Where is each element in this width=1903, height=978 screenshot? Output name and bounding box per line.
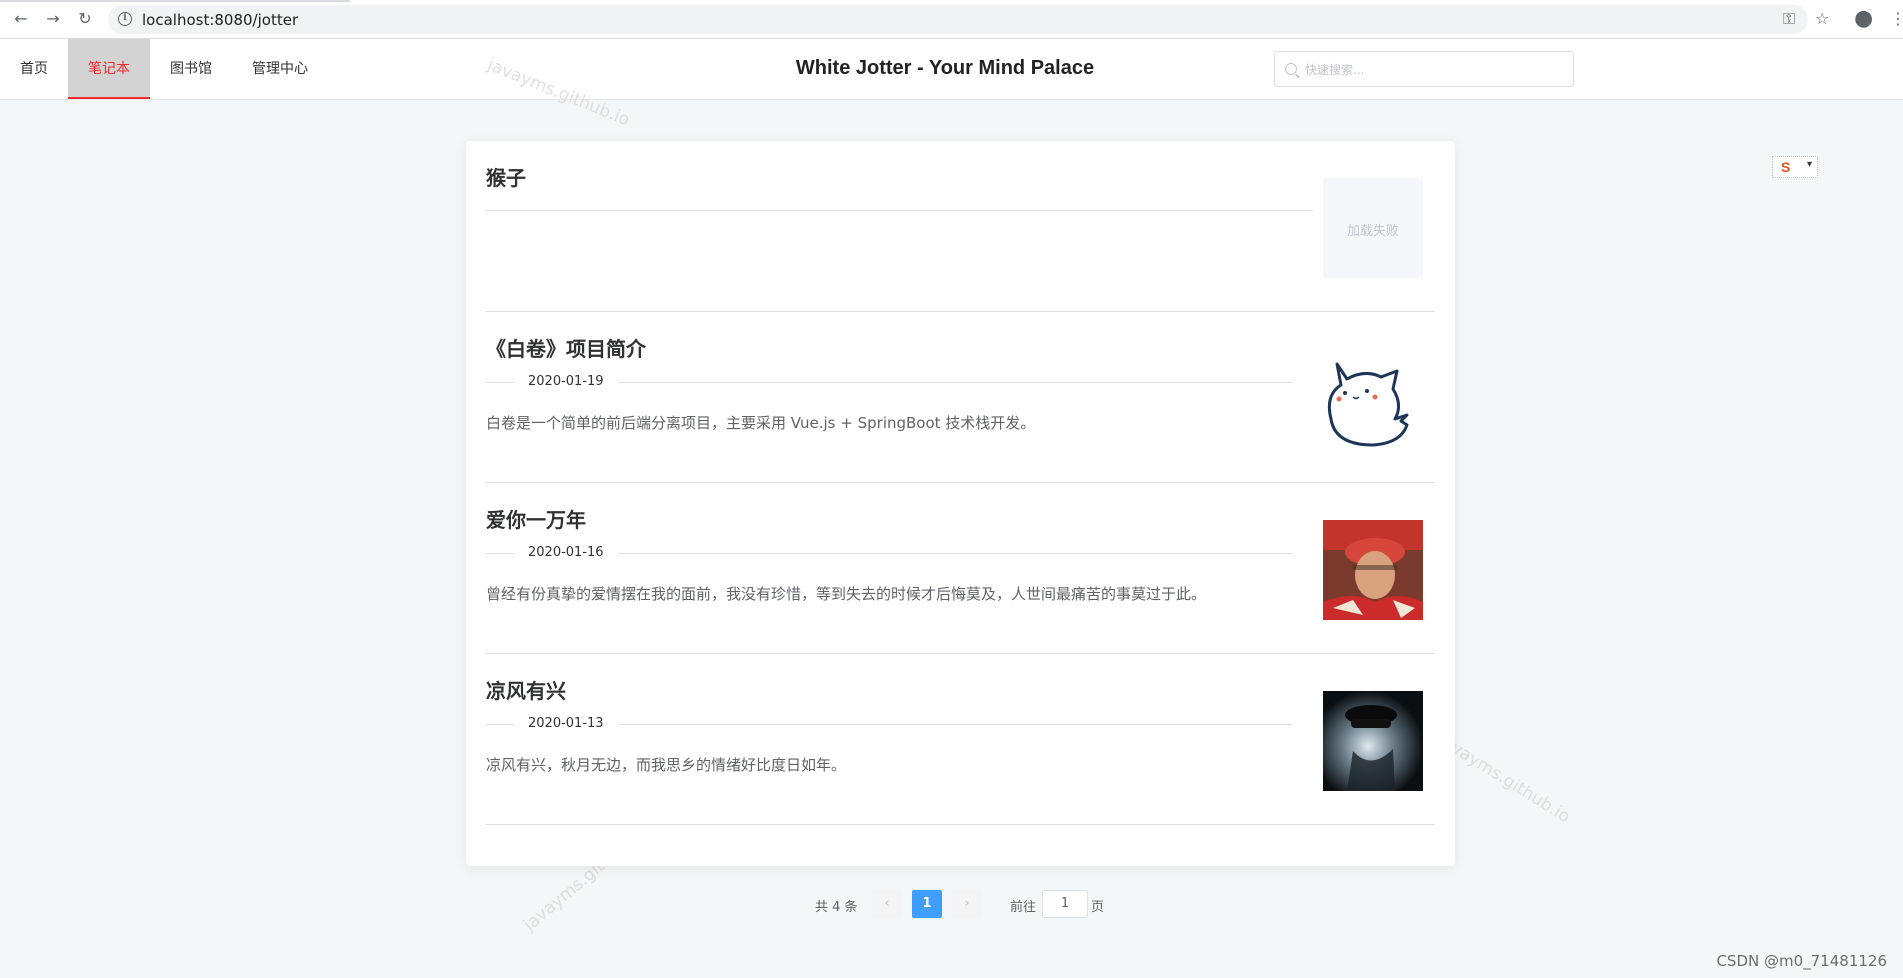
- article-abstract: 凉风有兴，秋月无边，而我思乡的情绪好比度日如年。: [486, 756, 847, 774]
- article-title[interactable]: 凉风有兴: [486, 675, 566, 704]
- watermark: javayms.github.io: [1434, 730, 1574, 828]
- article-title[interactable]: 《白卷》项目简介: [486, 333, 646, 362]
- article-abstract: 白卷是一个简单的前后端分离项目，主要采用 Vue.js + SpringBoot…: [486, 414, 1036, 432]
- browser-toolbar: ← → ↻ i localhost:8080/jotter ⚿ ☆ ● ⋮: [0, 0, 1903, 39]
- pagination-total: 共 4 条: [815, 900, 858, 915]
- articles-card: 猴子 加载失败 《白卷》项目简介 2020-01-19 白卷是一个简单的前后端分…: [466, 141, 1455, 866]
- s-logo-icon[interactable]: S: [1781, 159, 1797, 175]
- title-divider: [486, 210, 1313, 211]
- article-date: 2020-01-16: [514, 545, 618, 560]
- article-title[interactable]: 猴子: [486, 162, 526, 191]
- reload-icon[interactable]: ↻: [76, 10, 94, 28]
- article-date: 2020-01-13: [514, 716, 618, 731]
- article-title[interactable]: 爱你一万年: [486, 504, 586, 533]
- goto-label: 前往: [1010, 900, 1037, 915]
- search-box[interactable]: [1274, 51, 1574, 87]
- article-date: 2020-01-19: [514, 374, 618, 389]
- profile-avatar-icon[interactable]: ●: [1854, 6, 1873, 31]
- article-item[interactable]: 爱你一万年 2020-01-16 曾经有份真挚的爱情摆在我的面前，我没有珍惜，等…: [486, 483, 1435, 654]
- search-icon: [1285, 63, 1297, 75]
- goto-page-input[interactable]: 1: [1042, 890, 1088, 918]
- article-cover[interactable]: [1323, 691, 1423, 791]
- cat-illustration-icon: [1327, 362, 1409, 447]
- cover-load-failed: 加载失败: [1346, 224, 1399, 239]
- article-cover[interactable]: 加载失败: [1323, 178, 1423, 278]
- star-icon[interactable]: ☆: [1815, 9, 1829, 28]
- page-number-button[interactable]: 1: [912, 890, 942, 918]
- site-title: White Jotter - Your Mind Palace: [795, 57, 1095, 79]
- next-page-button[interactable]: ›: [952, 890, 982, 918]
- key-icon[interactable]: ⚿: [1783, 9, 1795, 29]
- article-item[interactable]: 猴子 加载失败: [486, 141, 1435, 312]
- browser-menu-icon[interactable]: ⋮: [1890, 9, 1903, 28]
- back-arrow-icon[interactable]: ←: [12, 10, 30, 28]
- portrait-photo-icon: [1323, 691, 1423, 791]
- url-text[interactable]: localhost:8080/jotter: [142, 11, 298, 29]
- article-cover[interactable]: [1323, 349, 1423, 449]
- page-suffix-label: 页: [1091, 900, 1105, 915]
- top-navigation: 首页 笔记本 图书馆 管理中心 White Jotter - Your Mind…: [0, 39, 1903, 100]
- article-item[interactable]: 《白卷》项目简介 2020-01-19 白卷是一个简单的前后端分离项目，主要采用…: [486, 312, 1435, 483]
- article-abstract: 曾经有份真挚的爱情摆在我的面前，我没有珍惜，等到失去的时候才后悔莫及，人世间最痛…: [486, 585, 1207, 603]
- address-bar[interactable]: i localhost:8080/jotter: [108, 5, 1808, 34]
- tab-strip-edge: [0, 0, 350, 2]
- search-input[interactable]: [1305, 60, 1565, 80]
- floating-toolbar[interactable]: S ▾: [1772, 156, 1818, 178]
- portrait-photo-icon: [1323, 520, 1423, 620]
- forward-arrow-icon[interactable]: →: [44, 10, 62, 28]
- site-info-icon[interactable]: i: [118, 12, 132, 26]
- chevron-down-icon[interactable]: ▾: [1807, 159, 1812, 170]
- csdn-credit: CSDN @m0_71481126: [1716, 952, 1887, 970]
- pagination: 共 4 条 ‹ 1 › 前往 1 页: [0, 890, 1903, 920]
- article-cover[interactable]: [1323, 520, 1423, 620]
- prev-page-button[interactable]: ‹: [872, 890, 902, 918]
- article-item[interactable]: 凉风有兴 2020-01-13 凉风有兴，秋月无边，而我思乡的情绪好比度日如年。: [486, 654, 1435, 825]
